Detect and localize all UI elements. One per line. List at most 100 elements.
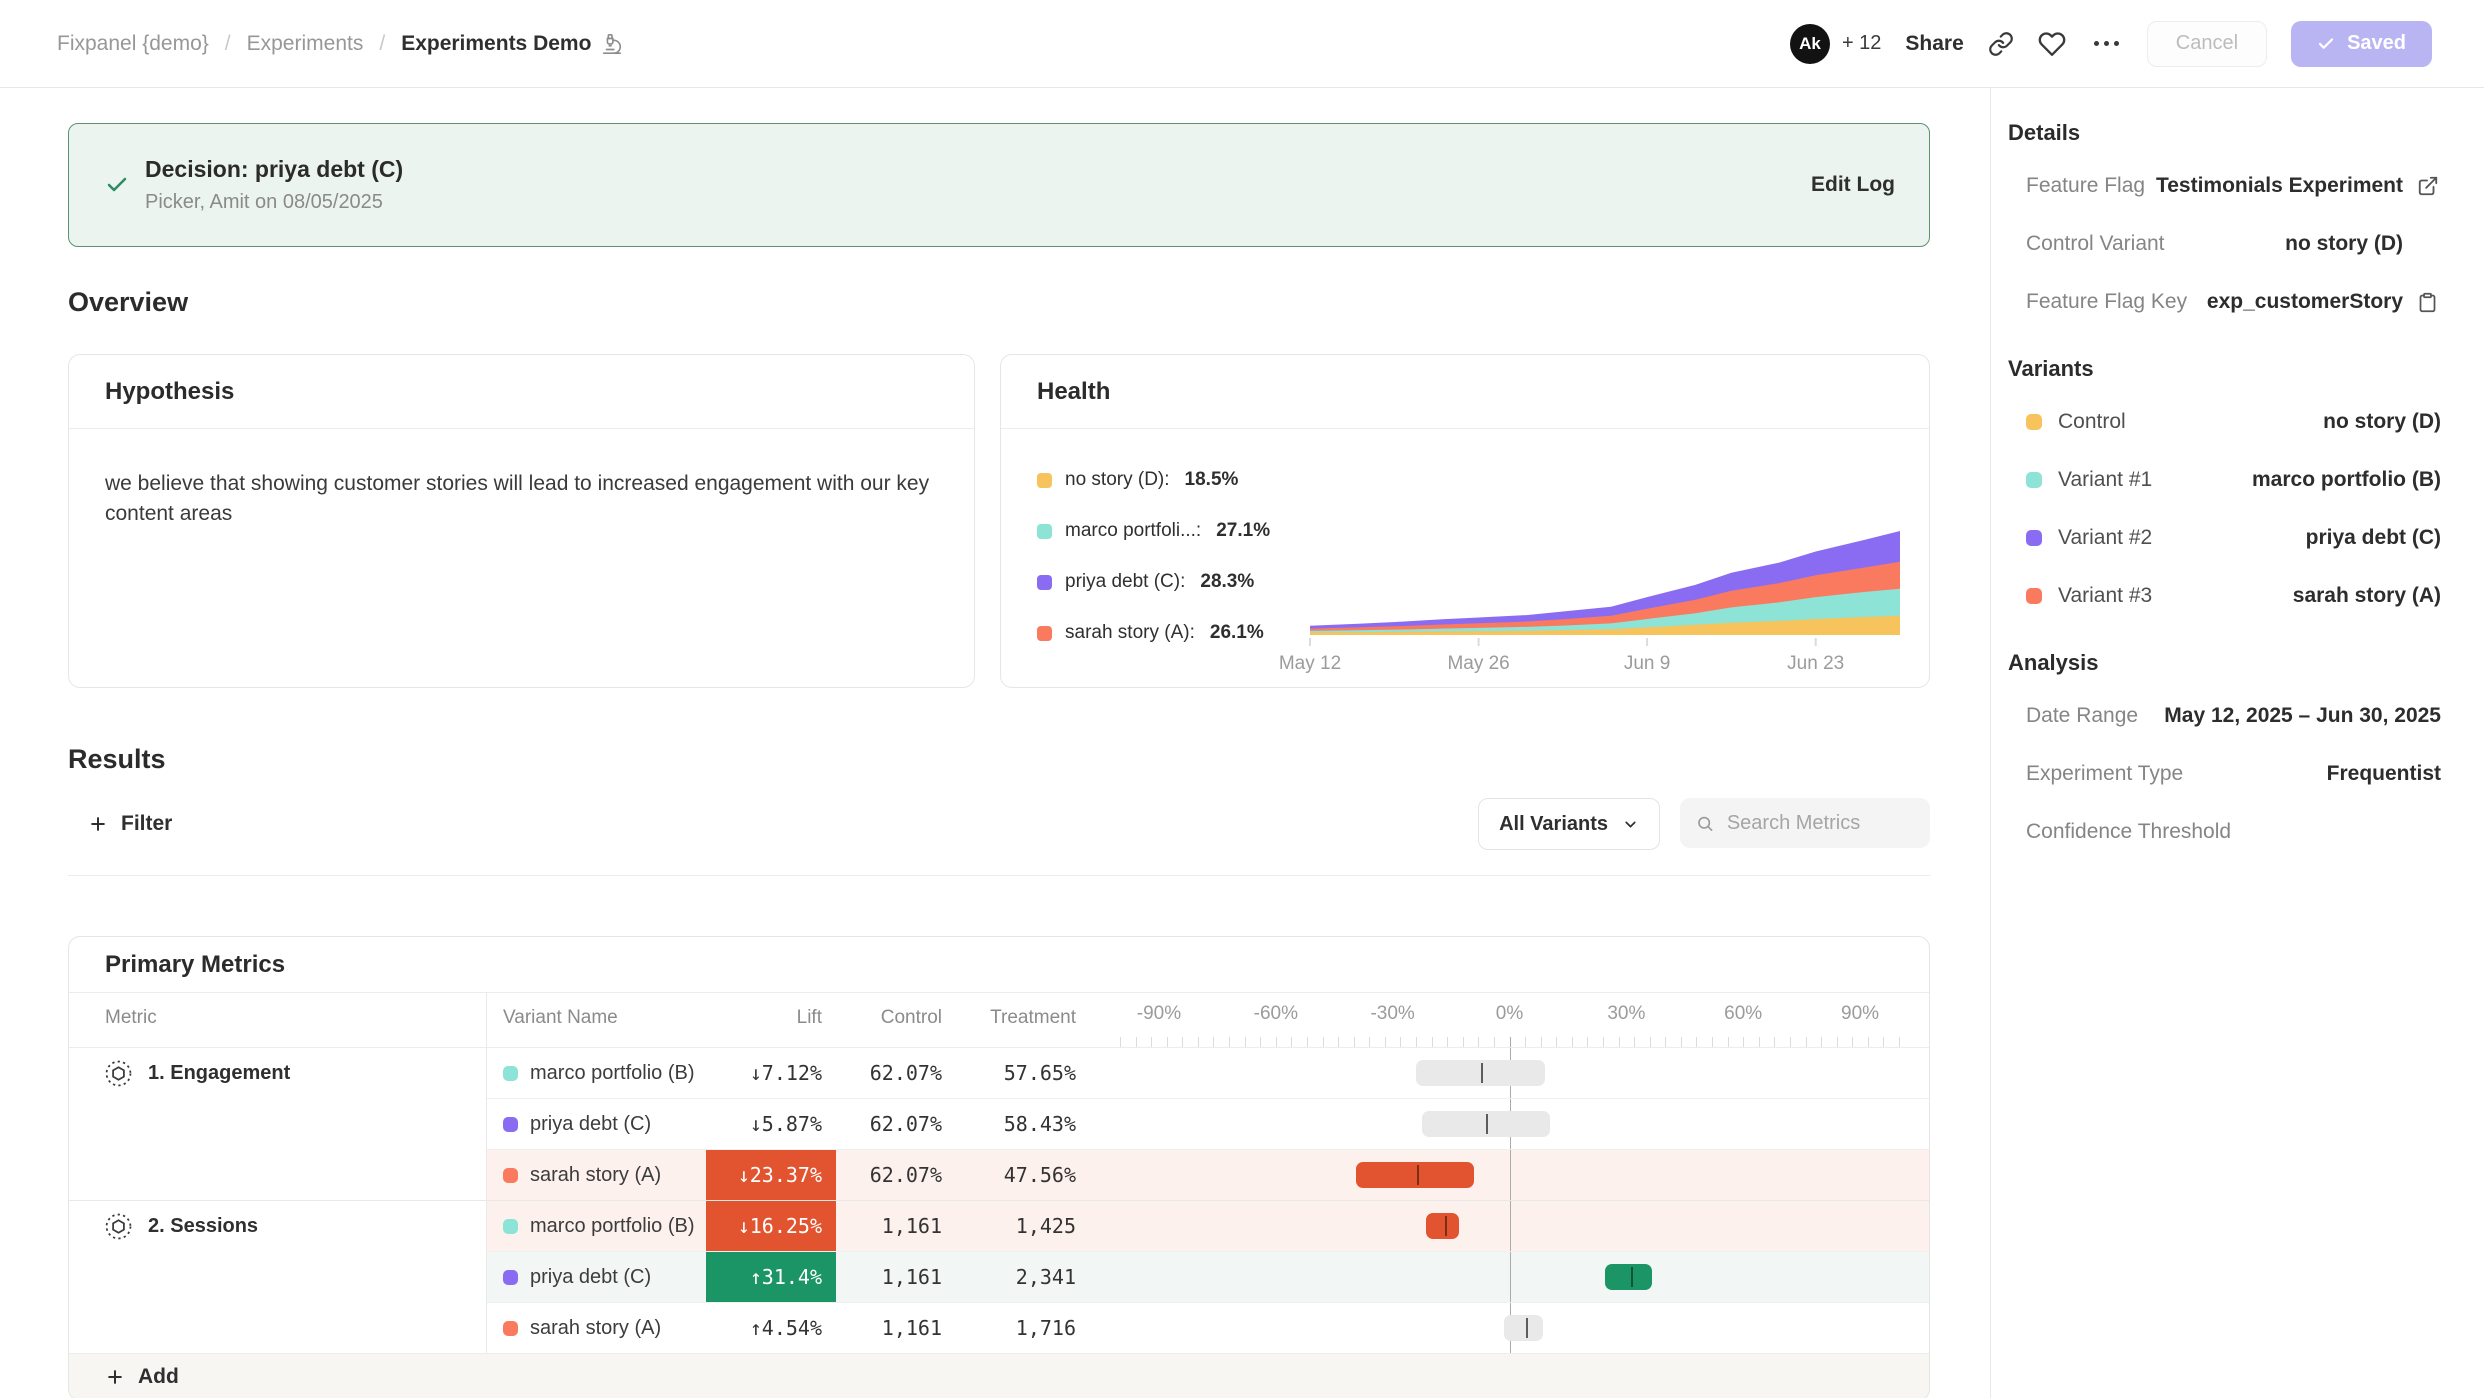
metric-group: 1. Engagement marco portfolio (B)↓7.12%62… (69, 1048, 1929, 1200)
legend-value: 28.3% (1200, 571, 1254, 593)
ci-bar (1504, 1315, 1543, 1341)
axis-tick-mark (1385, 1037, 1386, 1047)
more-options-button[interactable] (2090, 41, 2123, 46)
details-sidebar: Details Feature Flag Testimonials Experi… (1990, 88, 2484, 1398)
edit-log-button[interactable]: Edit Log (1811, 173, 1895, 197)
column-header-variant: Variant Name (487, 993, 706, 1047)
axis-tick-mark (1354, 1037, 1355, 1047)
metric-row[interactable]: sarah story (A)↑4.54%1,1611,716 (487, 1302, 1929, 1353)
variant-color-dot (503, 1066, 518, 1081)
column-header-control: Control (836, 993, 956, 1047)
variants-filter-dropdown[interactable]: All Variants (1478, 798, 1660, 850)
health-legend: no story (D): 18.5% marco portfoli...: 2… (1037, 469, 1305, 673)
favorite-heart-icon[interactable] (2038, 30, 2066, 58)
ci-marker (1631, 1267, 1633, 1287)
axis-tick-mark (1276, 1037, 1277, 1047)
lift-value: ↓7.12% (706, 1048, 836, 1098)
decision-banner: Decision: priya debt (C) Picker, Amit on… (68, 123, 1930, 247)
decision-title: Decision: priya debt (C) (145, 156, 403, 183)
zero-line (1510, 1150, 1511, 1200)
axis-tick-mark (1743, 1037, 1744, 1047)
metric-row[interactable]: sarah story (A)↓23.37%62.07%47.56% (487, 1149, 1929, 1200)
breadcrumb-project[interactable]: Fixpanel {demo} (57, 32, 209, 56)
legend-item: marco portfoli...: 27.1% (1037, 520, 1305, 542)
analysis-label: Experiment Type (2026, 762, 2183, 786)
collaborators-count[interactable]: + 12 (1842, 32, 1881, 55)
sidebar-section-details: Details Feature Flag Testimonials Experi… (2008, 120, 2441, 314)
metric-row[interactable]: marco portfolio (B)↓16.25%1,1611,425 (487, 1201, 1929, 1251)
variant-color-dot (503, 1270, 518, 1285)
analysis-label: Confidence Threshold (2026, 820, 2231, 844)
check-icon (2317, 35, 2335, 53)
search-metrics-input[interactable] (1725, 811, 1914, 836)
add-filter-button[interactable]: Filter (68, 812, 172, 836)
legend-swatch (1037, 575, 1052, 590)
results-toolbar: Filter All Variants (68, 799, 1930, 849)
axis-tick-mark (1245, 1037, 1246, 1047)
control-value: 62.07% (836, 1099, 956, 1149)
variant-value: sarah story (A) (2293, 584, 2441, 608)
add-metric-button[interactable]: Add (69, 1353, 1929, 1398)
lift-ci-cell (1090, 1201, 1929, 1251)
breadcrumb-separator: / (379, 32, 385, 56)
legend-swatch (1037, 473, 1052, 488)
column-header-lift: Lift (706, 993, 836, 1047)
microscope-icon (601, 33, 623, 55)
metric-row[interactable]: priya debt (C)↑31.4%1,1612,341 (487, 1251, 1929, 1302)
metric-row[interactable]: marco portfolio (B)↓7.12%62.07%57.65% (487, 1048, 1929, 1098)
cancel-button[interactable]: Cancel (2147, 21, 2267, 67)
variant-color-dot (2026, 588, 2042, 604)
axis-tick-mark (1291, 1037, 1292, 1047)
legend-label: no story (D): (1065, 469, 1170, 491)
detail-value: Testimonials Experiment (2156, 174, 2403, 198)
health-title: Health (1001, 355, 1929, 429)
metric-cell[interactable]: 1. Engagement (69, 1048, 487, 1200)
variant-name: sarah story (A) (530, 1164, 661, 1187)
treatment-value: 1,716 (956, 1303, 1090, 1353)
axis-tick-mark (1229, 1037, 1230, 1047)
lift-ci-cell (1090, 1252, 1929, 1302)
primary-metrics-card: Primary Metrics Metric Variant Name Lift… (68, 936, 1930, 1398)
breadcrumb-experiments[interactable]: Experiments (247, 32, 364, 56)
detail-label: Feature Flag (2026, 174, 2145, 198)
external-link-icon[interactable] (2417, 175, 2441, 197)
metric-row[interactable]: priya debt (C)↓5.87%62.07%58.43% (487, 1098, 1929, 1149)
analysis-label: Date Range (2026, 704, 2138, 728)
axis-tick-mark (1806, 1037, 1807, 1047)
top-bar: Fixpanel {demo} / Experiments / Experime… (0, 0, 2484, 88)
variant-value: no story (D) (2323, 410, 2441, 434)
zero-line (1510, 1201, 1511, 1251)
decision-subtitle: Picker, Amit on 08/05/2025 (145, 191, 403, 214)
copy-icon[interactable] (2417, 292, 2441, 313)
axis-tick-label: 60% (1724, 1003, 1762, 1025)
variant-cell: sarah story (A) (487, 1150, 706, 1200)
axis-tick-label: -30% (1370, 1003, 1414, 1025)
variant-cell: priya debt (C) (487, 1099, 706, 1149)
detail-value: no story (D) (2285, 232, 2403, 256)
avatar[interactable]: Ak (1790, 24, 1830, 64)
experiments-page: Fixpanel {demo} / Experiments / Experime… (0, 0, 2484, 1398)
metric-name: 1. Engagement (148, 1062, 290, 1085)
breadcrumb-separator: / (225, 32, 231, 56)
axis-tick-mark (1447, 1037, 1448, 1047)
axis-tick-mark (1400, 1037, 1401, 1047)
axis-tick-mark (1759, 1037, 1760, 1047)
variant-color-dot (503, 1321, 518, 1336)
results-heading: Results (68, 744, 1930, 775)
metric-cell[interactable]: 2. Sessions (69, 1201, 487, 1353)
share-button[interactable]: Share (1905, 32, 1963, 56)
analysis-row-experiment-type: Experiment Type Frequentist (2008, 762, 2441, 786)
pm-body: 1. Engagement marco portfolio (B)↓7.12%62… (69, 1048, 1929, 1353)
variant-label: Variant #2 (2058, 526, 2152, 550)
axis-tick-mark (1151, 1037, 1152, 1047)
variant-cell: marco portfolio (B) (487, 1048, 706, 1098)
lift-axis-labels: -90%-60%-30%0%30%60%90% (1120, 1003, 1899, 1029)
copy-link-icon[interactable] (1988, 31, 2014, 57)
axis-tick-mark (1120, 1037, 1121, 1047)
chevron-down-icon (1622, 816, 1639, 833)
axis-tick-mark (1213, 1037, 1214, 1047)
lift-value: ↓23.37% (706, 1150, 836, 1200)
metric-icon (105, 1213, 132, 1240)
saved-button[interactable]: Saved (2291, 21, 2432, 67)
analysis-heading: Analysis (2008, 650, 2441, 676)
